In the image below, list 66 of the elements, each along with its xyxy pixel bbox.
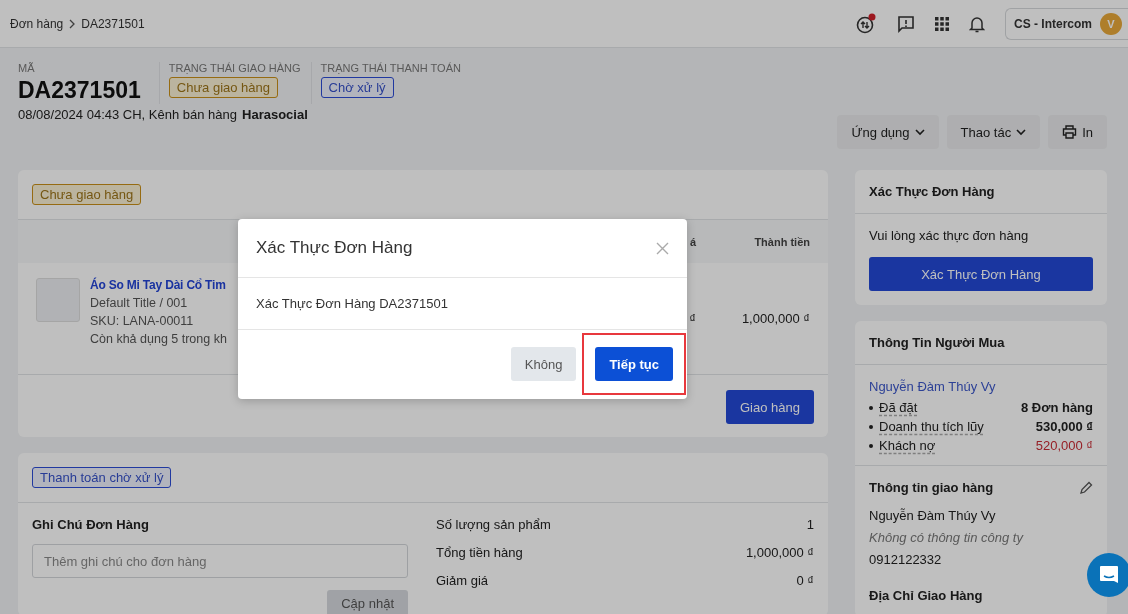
cancel-button[interactable]: Không (510, 347, 577, 381)
product-link[interactable]: Áo So Mi Tay Dài Cổ Tim (90, 278, 227, 292)
printer-icon (1062, 125, 1078, 139)
breadcrumb-link[interactable]: Đơn hàng (10, 16, 64, 31)
summary-label: Giảm giá (436, 573, 489, 588)
verify-button[interactable]: Xác Thực Đơn Hàng (869, 257, 1093, 291)
stat-label: Đã đặt (879, 400, 918, 415)
ship-button[interactable]: Giao hàng (726, 390, 814, 424)
edit-pencil-icon[interactable] (1080, 481, 1093, 494)
product-sku: SKU: LANA-00011 (90, 314, 195, 328)
stat-value: 8 Đơn hàng (1020, 400, 1093, 415)
phone-number: 0912122332 (869, 552, 943, 567)
transfer-icon[interactable] (855, 12, 877, 35)
recipient-name: Nguyễn Đàm Thúy Vy (869, 508, 997, 523)
table-cell-text: 1,000,000 ₫ (740, 311, 810, 326)
section-title: Thông tin giao hàng (869, 480, 994, 495)
chevron-right-icon (68, 18, 77, 29)
channel-name: Harasocial (242, 107, 308, 122)
apps-grid-icon[interactable] (935, 16, 949, 31)
action-button[interactable]: In (1048, 115, 1107, 149)
stat-value: 530,000 ₫ (1035, 419, 1093, 434)
field-label: MÃ (18, 62, 36, 74)
status-tag: Chưa giao hàng (168, 77, 279, 98)
status-tag: Chờ xử lý (320, 77, 394, 98)
column-header: á (688, 235, 696, 248)
summary-value: 1,000,000 ₫ (745, 545, 814, 560)
stat-label: Doanh thu tích lũy (879, 419, 984, 434)
field-label: TRẠNG THÁI THANH TOÁN (320, 62, 461, 74)
column-header: Thành tiền (753, 235, 810, 248)
action-button[interactable]: Thao tác (946, 115, 1041, 149)
avatar: V (1100, 12, 1122, 35)
stock-text: Còn khả dụng 5 trong kh (90, 332, 227, 346)
product-variant: Default Title / 001 (90, 296, 189, 310)
update-button[interactable]: Cập nhật (327, 590, 408, 614)
summary-value: 0 ₫ (796, 573, 814, 588)
caret-icon (1016, 128, 1027, 136)
summary-label: Số lượng sản phẩm (436, 517, 551, 532)
photo-placeholder (36, 278, 80, 322)
note-input-field[interactable]: Thêm ghi chú cho đơn hàng (32, 544, 408, 578)
summary-value: 1 (806, 517, 814, 532)
card-title: Xác Thực Đơn Hàng (869, 184, 995, 199)
summary-label: Tổng tiền hàng (436, 545, 523, 560)
account-button[interactable]: CS - Intercom V (1005, 7, 1128, 40)
bell-icon[interactable] (969, 14, 985, 33)
continue-button[interactable]: Tiếp tục (595, 347, 673, 381)
feedback-icon[interactable] (897, 14, 915, 33)
section-title: Ghi Chú Đơn Hàng (32, 517, 150, 532)
section-title: Địa Chỉ Giao Hàng (869, 588, 984, 603)
field-label: TRẠNG THÁI GIAO HÀNG (168, 62, 301, 74)
breadcrumb-current: DA2371501 (81, 16, 145, 31)
caret-icon (914, 128, 925, 136)
action-button[interactable]: Ứng dụng (837, 115, 939, 149)
customer-link[interactable]: Nguyễn Đàm Thúy Vy (869, 379, 1093, 394)
status-tag: Thanh toán chờ xử lý (32, 467, 172, 488)
order-code: DA2371501 (18, 77, 141, 104)
chat-bubble-icon[interactable] (1087, 553, 1128, 597)
order-date-channel: 08/08/2024 04:43 CH, Kênh bán hàng (18, 107, 237, 122)
verify-text: Vui lòng xác thực đơn hàng (869, 228, 1030, 243)
stat-label: Khách nợ (879, 438, 936, 453)
stat-value: 520,000 ₫ (1035, 438, 1093, 453)
dialog-title: Xác Thực Đơn Hàng (256, 238, 413, 258)
dialog-message: Xác Thực Đơn Hàng DA2371501 (256, 296, 448, 311)
company-text: Không có thông tin công ty (869, 530, 1025, 545)
card-title: Thông Tin Người Mua (869, 335, 1005, 350)
table-cell-text: ₫ (688, 311, 696, 326)
status-tag: Chưa giao hàng (32, 184, 142, 205)
